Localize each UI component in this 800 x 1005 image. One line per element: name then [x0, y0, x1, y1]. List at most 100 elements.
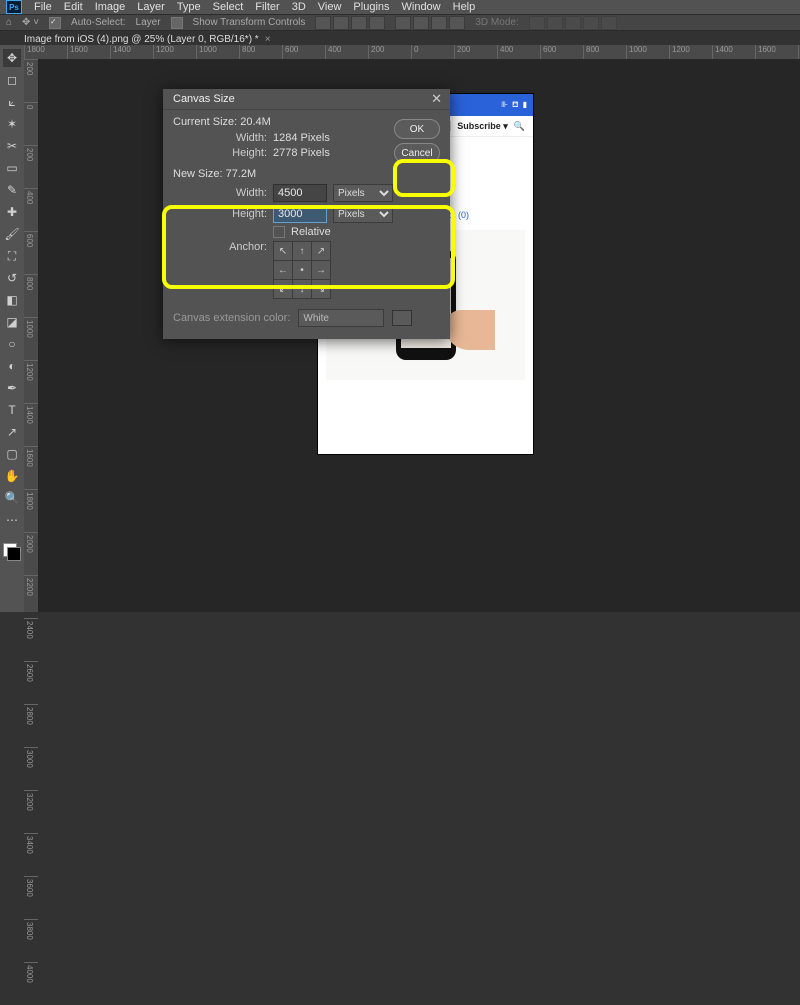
new-height-input[interactable] [273, 205, 327, 223]
anchor-ne[interactable]: ↗ [312, 242, 330, 260]
tool-stamp[interactable]: ⛶ [3, 247, 21, 265]
tool-lasso[interactable]: ⟀ [3, 93, 21, 111]
mode-3d-icon [601, 16, 617, 30]
align-icon[interactable] [369, 16, 385, 30]
tool-move[interactable]: ✥ [3, 49, 21, 67]
battery-icon: ▮ [523, 100, 527, 110]
tool-dodge[interactable]: ◐ [3, 357, 21, 375]
mode-3d-icon [547, 16, 563, 30]
anchor-sw[interactable]: ↙ [274, 280, 292, 298]
auto-select-mode[interactable]: Layer [136, 17, 161, 28]
dialog-title: Canvas Size [173, 93, 235, 105]
anchor-n[interactable]: ↑ [293, 242, 311, 260]
tool-pen[interactable]: ✒ [3, 379, 21, 397]
tool-type[interactable]: T [3, 401, 21, 419]
show-transform-checkbox[interactable] [171, 17, 183, 29]
move-tool-icon: ✥ ˅ [22, 17, 39, 28]
new-width-input[interactable] [273, 184, 327, 202]
show-transform-label: Show Transform Controls [193, 17, 306, 28]
align-icon[interactable] [351, 16, 367, 30]
tool-palette: ✥ ◻ ⟀ ✶ ✂ ▭ ✎ ✚ 🖌 ⛶ ↺ ◧ ◪ ○ ◐ ✒ T ↗ ▢ ✋ … [0, 45, 25, 612]
anchor-w[interactable]: ← [274, 261, 292, 279]
relative-label: Relative [291, 226, 331, 238]
hand-graphic [445, 310, 495, 350]
anchor-nw[interactable]: ↖ [274, 242, 292, 260]
ruler-vertical: 2000200400600800100012001400160018002000… [24, 59, 39, 612]
cancel-button[interactable]: Cancel [394, 143, 440, 163]
menu-select[interactable]: Select [213, 1, 244, 13]
new-width-label: Width: [173, 187, 267, 199]
anchor-se[interactable]: ↘ [312, 280, 330, 298]
menu-plugins[interactable]: Plugins [353, 1, 389, 13]
tool-marquee[interactable]: ◻ [3, 71, 21, 89]
background-color[interactable] [7, 547, 21, 561]
new-size-header: New Size: 77.2M [173, 168, 440, 180]
workspace: ✥ ◻ ⟀ ✶ ✂ ▭ ✎ ✚ 🖌 ⛶ ↺ ◧ ◪ ○ ◐ ✒ T ↗ ▢ ✋ … [0, 45, 800, 612]
tool-brush[interactable]: 🖌 [3, 225, 21, 243]
tool-history-brush[interactable]: ↺ [3, 269, 21, 287]
distribute-icon[interactable] [413, 16, 429, 30]
mode-3d-icon [565, 16, 581, 30]
anchor-s[interactable]: ↓ [293, 280, 311, 298]
canvas-area[interactable]: guide.com ⊪ ⛾ ▮ Subscribe ▾ 🔍 any plant … [38, 59, 800, 612]
tool-crop[interactable]: ✂ [3, 137, 21, 155]
current-height-label: Height: [173, 147, 267, 159]
signal-icon: ⊪ [501, 100, 508, 110]
close-icon[interactable]: ✕ [431, 91, 442, 107]
menu-help[interactable]: Help [453, 1, 476, 13]
extension-color-label: Canvas extension color: [173, 312, 290, 324]
anchor-center[interactable]: • [293, 261, 311, 279]
dialog-titlebar: Canvas Size ✕ [163, 89, 450, 110]
tool-frame[interactable]: ▭ [3, 159, 21, 177]
menu-bar: Ps File Edit Image Layer Type Select Fil… [0, 0, 800, 14]
menu-file[interactable]: File [34, 1, 52, 13]
anchor-label: Anchor: [173, 241, 267, 253]
extension-color-select[interactable]: White [298, 309, 384, 327]
anchor-grid[interactable]: ↖ ↑ ↗ ← • → ↙ ↓ ↘ [273, 241, 331, 299]
height-unit-select[interactable]: Pixels [333, 205, 393, 223]
distribute-icon[interactable] [395, 16, 411, 30]
menu-type[interactable]: Type [177, 1, 201, 13]
tool-heal[interactable]: ✚ [3, 203, 21, 221]
mode-3d-label: 3D Mode: [475, 17, 518, 28]
menu-view[interactable]: View [318, 1, 342, 13]
menu-layer[interactable]: Layer [137, 1, 165, 13]
tool-blur[interactable]: ○ [3, 335, 21, 353]
menu-window[interactable]: Window [402, 1, 441, 13]
current-height-value: 2778 Pixels [273, 147, 330, 159]
width-unit-select[interactable]: Pixels [333, 184, 393, 202]
align-group [315, 16, 385, 30]
tool-wand[interactable]: ✶ [3, 115, 21, 133]
tool-eraser[interactable]: ◧ [3, 291, 21, 309]
tool-shape[interactable]: ▢ [3, 445, 21, 463]
mode-3d-group [529, 16, 617, 30]
auto-select-label: Auto-Select: [71, 17, 125, 28]
distribute-icon[interactable] [431, 16, 447, 30]
more-options-icon[interactable] [449, 16, 465, 30]
relative-checkbox[interactable] [273, 226, 285, 238]
home-icon[interactable]: ⌂ [6, 17, 12, 28]
tool-zoom[interactable]: 🔍 [3, 489, 21, 507]
distribute-group [395, 16, 465, 30]
tool-hand[interactable]: ✋ [3, 467, 21, 485]
anchor-e[interactable]: → [312, 261, 330, 279]
search-icon: 🔍 [514, 121, 525, 132]
menu-image[interactable]: Image [95, 1, 126, 13]
mode-3d-icon [529, 16, 545, 30]
menu-3d[interactable]: 3D [292, 1, 306, 13]
extension-color-swatch[interactable] [392, 310, 412, 326]
close-icon[interactable]: × [265, 34, 271, 45]
menu-edit[interactable]: Edit [64, 1, 83, 13]
tool-eyedropper[interactable]: ✎ [3, 181, 21, 199]
color-swatches[interactable] [3, 543, 21, 561]
auto-select-checkbox[interactable] [49, 17, 61, 29]
tool-path[interactable]: ↗ [3, 423, 21, 441]
align-icon[interactable] [333, 16, 349, 30]
document-tab[interactable]: Image from iOS (4).png @ 25% (Layer 0, R… [24, 34, 271, 45]
tool-gradient[interactable]: ◪ [3, 313, 21, 331]
current-width-value: 1284 Pixels [273, 132, 330, 144]
menu-filter[interactable]: Filter [255, 1, 279, 13]
ok-button[interactable]: OK [394, 119, 440, 139]
align-icon[interactable] [315, 16, 331, 30]
tool-edit-toolbar[interactable]: ⋯ [3, 511, 21, 529]
